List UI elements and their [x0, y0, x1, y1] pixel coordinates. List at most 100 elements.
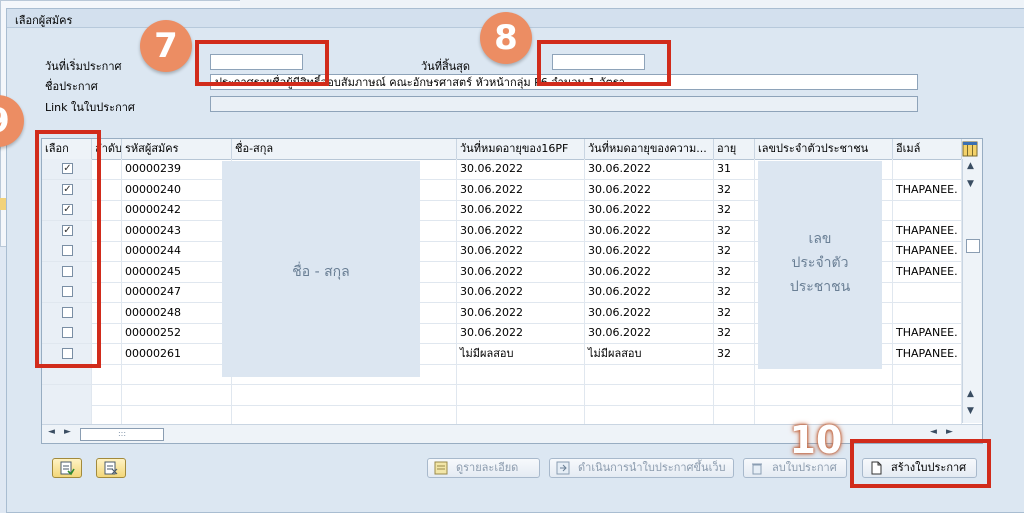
table-cell: 00000245: [122, 261, 232, 282]
publish-web-label: ดำเนินการนำใบประกาศขึ้นเว็บ: [578, 461, 726, 474]
link-field[interactable]: [210, 96, 918, 112]
table-cell: [457, 384, 585, 405]
citizen-id-redaction-line-3: ประชาชน: [789, 279, 851, 295]
details-button[interactable]: ดูรายละเอียด: [427, 458, 540, 478]
table-cell[interactable]: [42, 384, 92, 405]
table-cell: 30.06.2022: [457, 241, 585, 261]
table-cell: [585, 384, 714, 405]
col-email[interactable]: อีเมล์: [893, 139, 962, 159]
table-cell: 30.06.2022: [457, 220, 585, 241]
table-cell: [893, 405, 962, 425]
annotation-box-select-column: [35, 130, 101, 368]
step-8-badge: 8: [480, 12, 532, 64]
table-cell: [714, 405, 755, 425]
scroll-right-end-icon[interactable]: ►: [946, 427, 953, 437]
table-cell: 00000247: [122, 282, 232, 302]
table-cell: 30.06.2022: [585, 179, 714, 200]
deselect-all-button[interactable]: [96, 458, 126, 478]
table-cell: 00000248: [122, 302, 232, 323]
table-cell: 00000239: [122, 159, 232, 179]
table-cell: 32: [714, 179, 755, 200]
link-label: Link ในใบประกาศ: [45, 101, 135, 114]
select-all-icon: [60, 461, 75, 476]
table-cell: 30.06.2022: [585, 302, 714, 323]
table-cell: [893, 302, 962, 323]
col-citizen-id[interactable]: เลขประจำตัวประชาชน: [755, 139, 893, 159]
end-date-label: วันที่สิ้นสุด: [421, 60, 471, 73]
table-cell: [122, 405, 232, 425]
table-header: เลือก ลำดับ รหัสผู้สมัคร ชื่อ-สกุล วันที…: [42, 139, 982, 160]
table-cell: ไม่มีผลสอบ: [457, 343, 585, 364]
scroll-right-icon[interactable]: ►: [64, 427, 71, 437]
table-cell: 30.06.2022: [457, 179, 585, 200]
table-cell: 30.06.2022: [585, 261, 714, 282]
background-strip: [240, 0, 1024, 8]
table-cell: 30.06.2022: [585, 323, 714, 343]
scroll-down-bottom-icon[interactable]: ▼: [967, 406, 974, 416]
scroll-down-icon[interactable]: ▼: [967, 179, 974, 189]
table-cell: [92, 384, 122, 405]
name-redaction: ชื่อ - สกุล: [222, 161, 420, 377]
table-cell: 32: [714, 302, 755, 323]
table-cell[interactable]: [42, 405, 92, 425]
table-cell: [122, 384, 232, 405]
table-cell: [92, 405, 122, 425]
citizen-id-redaction-line-1: เลข: [808, 231, 832, 247]
table-cell: 00000244: [122, 241, 232, 261]
scroll-up-bottom-icon[interactable]: ▲: [967, 389, 974, 399]
dialog-title: เลือกผู้สมัคร: [15, 14, 73, 27]
details-label: ดูรายละเอียด: [456, 461, 519, 474]
citizen-id-redaction-line-2: ประจำตัว: [791, 255, 849, 271]
publish-web-button[interactable]: ดำเนินการนำใบประกาศขึ้นเว็บ: [549, 458, 734, 478]
table-cell: 00000240: [122, 179, 232, 200]
name-redaction-label: ชื่อ - สกุล: [292, 264, 350, 280]
table-cell: 30.06.2022: [585, 241, 714, 261]
table-cell: [457, 405, 585, 425]
table-cell: 00000243: [122, 220, 232, 241]
hscroll-thumb[interactable]: :::: [80, 428, 164, 441]
table-settings-icon[interactable]: [962, 141, 978, 157]
table-row[interactable]: [42, 384, 962, 406]
start-date-label: วันที่เริ่มประกาศ: [45, 60, 122, 73]
col-other-expiry[interactable]: วันที่หมดอายุของความ...: [585, 139, 714, 159]
table-cell: THAPANEE.: [893, 241, 962, 261]
scroll-left-icon[interactable]: ◄: [48, 427, 55, 437]
table-cell: 32: [714, 200, 755, 220]
table-cell: 30.06.2022: [457, 261, 585, 282]
table-cell: [714, 384, 755, 405]
col-age[interactable]: อายุ: [714, 139, 755, 159]
vertical-scrollbar[interactable]: ▲ ▼ ▲ ▼: [962, 159, 982, 423]
select-all-button[interactable]: [52, 458, 82, 478]
table-cell: [457, 364, 585, 384]
table-cell: 30.06.2022: [585, 200, 714, 220]
applicants-table: เลือก ลำดับ รหัสผู้สมัคร ชื่อ-สกุล วันที…: [41, 138, 983, 444]
table-cell: 30.06.2022: [585, 159, 714, 179]
col-16pf-expiry[interactable]: วันที่หมดอายุของ16PF: [457, 139, 585, 159]
table-cell: ไม่มีผลสอบ: [585, 343, 714, 364]
trash-icon: [752, 463, 762, 475]
table-cell: THAPANEE.: [893, 261, 962, 282]
table-cell: THAPANEE.: [893, 343, 962, 364]
scroll-thumb[interactable]: [966, 239, 980, 253]
table-cell: [232, 384, 457, 405]
table-cell: [714, 364, 755, 384]
col-fullname[interactable]: ชื่อ-สกุล: [232, 139, 457, 159]
table-cell: 32: [714, 282, 755, 302]
table-cell: 00000261: [122, 343, 232, 364]
scroll-up-icon[interactable]: ▲: [967, 161, 974, 171]
table-cell: [893, 364, 962, 384]
table-cell: 30.06.2022: [457, 302, 585, 323]
annotation-box-create-button: [850, 439, 991, 488]
table-cell: 30.06.2022: [457, 200, 585, 220]
scroll-left-end-icon[interactable]: ◄: [930, 427, 937, 437]
table-cell: 32: [714, 323, 755, 343]
table-cell: 30.06.2022: [457, 323, 585, 343]
col-applicant-id[interactable]: รหัสผู้สมัคร: [122, 139, 232, 159]
deselect-all-icon: [104, 461, 118, 475]
table-cell: [122, 364, 232, 384]
table-cell: 30.06.2022: [457, 282, 585, 302]
table-cell: [755, 384, 893, 405]
table-cell: 31: [714, 159, 755, 179]
table-cell: 00000252: [122, 323, 232, 343]
table-cell: [232, 405, 457, 425]
